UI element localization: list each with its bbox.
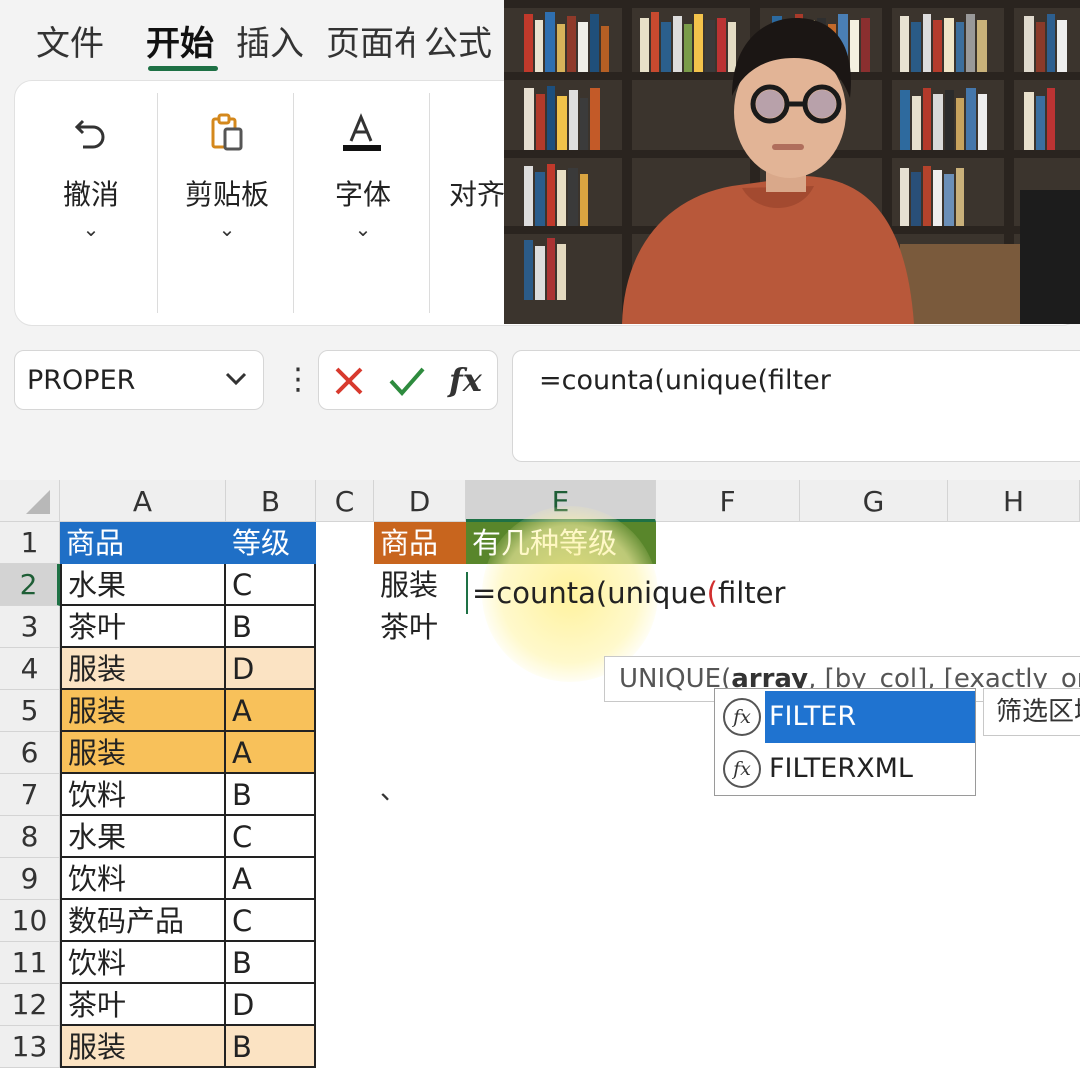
clipboard-label: 剪贴板 xyxy=(184,178,269,211)
table-cell[interactable]: 茶叶 xyxy=(60,606,226,648)
table-cell[interactable]: B xyxy=(226,774,316,816)
header-cell-grade[interactable]: 等级 xyxy=(226,522,316,564)
header-cell-product[interactable]: 商品 xyxy=(60,522,226,564)
name-box[interactable]: PROPER xyxy=(14,350,264,410)
check-icon[interactable] xyxy=(387,363,427,403)
table-cell[interactable]: C xyxy=(226,900,316,942)
column-header-c[interactable]: C xyxy=(316,480,374,522)
table-cell[interactable]: B xyxy=(226,1026,316,1068)
table-cell[interactable]: 饮料 xyxy=(60,774,226,816)
table-cell[interactable]: 服装 xyxy=(60,1026,226,1068)
column-header-f[interactable]: F xyxy=(656,480,800,522)
table-cell[interactable]: 茶叶 xyxy=(374,606,466,648)
column-header-g[interactable]: G xyxy=(800,480,948,522)
row-header[interactable]: 6 xyxy=(0,732,60,774)
function-icon: fx xyxy=(723,750,761,788)
cell-formula-paren: ( xyxy=(706,576,718,610)
font-group[interactable]: 字体 ⌄ xyxy=(295,81,431,327)
row-header[interactable]: 8 xyxy=(0,816,60,858)
table-cell[interactable]: 茶叶 xyxy=(60,984,226,1026)
table-cell[interactable]: 服装 xyxy=(60,690,226,732)
table-cell[interactable]: A xyxy=(226,858,316,900)
row-header[interactable]: 10 xyxy=(0,900,60,942)
autocomplete-list: fx FILTER fx FILTERXML xyxy=(714,688,976,796)
more-options-icon[interactable]: ⋮ xyxy=(283,362,313,398)
active-tab-indicator xyxy=(148,66,218,71)
tab-home[interactable]: 开始 xyxy=(146,16,214,65)
tab-file[interactable]: 文件 xyxy=(36,16,104,65)
undo-icon xyxy=(23,103,159,163)
column-header-h[interactable]: H xyxy=(948,480,1080,522)
autocomplete-item-filterxml[interactable]: fx FILTERXML xyxy=(715,743,975,795)
table-cell[interactable]: 饮料 xyxy=(60,858,226,900)
row-header[interactable]: 11 xyxy=(0,942,60,984)
table-cell[interactable]: 水果 xyxy=(60,564,226,606)
row-header[interactable]: 9 xyxy=(0,858,60,900)
row-header[interactable]: 13 xyxy=(0,1026,60,1068)
ribbon-divider xyxy=(429,93,430,313)
cancel-icon[interactable] xyxy=(331,363,367,403)
table-cell[interactable]: B xyxy=(226,942,316,984)
insert-function-icon[interactable]: fx xyxy=(449,361,482,399)
undo-group[interactable]: 撤消 ⌄ xyxy=(23,81,159,327)
table-cell[interactable]: 服装 xyxy=(374,564,466,606)
stray-mark-text: 、 xyxy=(380,776,407,806)
table-cell[interactable]: 水果 xyxy=(60,816,226,858)
table-cell[interactable]: C xyxy=(226,816,316,858)
ribbon-divider xyxy=(157,93,158,313)
row-header[interactable]: 1 xyxy=(0,522,60,564)
alignment-label: 对齐 xyxy=(449,178,505,211)
table-cell[interactable]: 饮料 xyxy=(60,942,226,984)
webcam-video-image xyxy=(504,0,1080,324)
header-cell-product-d[interactable]: 商品 xyxy=(374,522,466,564)
column-header-a[interactable]: A xyxy=(60,480,226,522)
table-cell[interactable]: D xyxy=(226,984,316,1026)
table-cell[interactable]: 数码产品 xyxy=(60,900,226,942)
select-all-corner[interactable] xyxy=(0,480,60,522)
autocomplete-item-label: FILTER xyxy=(765,691,975,743)
table-cell[interactable]: 服装 xyxy=(60,648,226,690)
font-label: 字体 xyxy=(334,178,391,211)
chevron-down-icon[interactable] xyxy=(223,363,249,397)
tab-page-layout[interactable]: 页面布 xyxy=(326,16,414,65)
row-header[interactable]: 2 xyxy=(0,564,60,606)
cell-formula-part2: filter xyxy=(717,576,786,610)
function-description-tooltip: 筛选区域 xyxy=(983,688,1080,736)
row-header[interactable]: 4 xyxy=(0,648,60,690)
webcam-overlay xyxy=(504,0,1080,324)
formula-buttons: fx xyxy=(318,350,498,410)
active-cell-editor[interactable]: =counta(unique(filter xyxy=(466,572,866,614)
chevron-down-icon[interactable]: ⌄ xyxy=(295,217,431,241)
row-header[interactable]: 12 xyxy=(0,984,60,1026)
table-cell[interactable]: C xyxy=(226,564,316,606)
formula-input[interactable]: =counta(unique(filter xyxy=(512,350,1080,462)
column-header-b[interactable]: B xyxy=(226,480,316,522)
table-cell[interactable]: D xyxy=(226,648,316,690)
row-header[interactable]: 5 xyxy=(0,690,60,732)
function-icon: fx xyxy=(723,698,761,736)
ribbon-divider xyxy=(293,93,294,313)
table-cell[interactable]: A xyxy=(226,732,316,774)
tab-insert[interactable]: 插入 xyxy=(236,16,304,65)
chevron-down-icon[interactable]: ⌄ xyxy=(159,217,295,241)
cell-formula-part1: =counta(unique xyxy=(472,576,707,610)
column-header-d[interactable]: D xyxy=(374,480,466,522)
autocomplete-item-filter[interactable]: fx FILTER xyxy=(715,691,975,743)
alignment-group[interactable]: 对齐 xyxy=(431,81,505,327)
tab-formulas[interactable]: 公式 xyxy=(424,16,492,65)
table-cell[interactable]: 服装 xyxy=(60,732,226,774)
align-icon xyxy=(431,103,505,163)
font-color-icon xyxy=(295,103,431,163)
formula-text: =counta(unique(filter xyxy=(539,365,831,396)
row-header[interactable]: 3 xyxy=(0,606,60,648)
table-cell[interactable]: A xyxy=(226,690,316,732)
name-box-value: PROPER xyxy=(27,365,136,396)
autocomplete-item-label: FILTERXML xyxy=(769,753,913,784)
clipboard-icon xyxy=(159,103,295,163)
row-header[interactable]: 7 xyxy=(0,774,60,816)
chevron-down-icon[interactable]: ⌄ xyxy=(23,217,159,241)
undo-label: 撤消 xyxy=(62,178,119,211)
table-cell[interactable]: B xyxy=(226,606,316,648)
clipboard-group[interactable]: 剪贴板 ⌄ xyxy=(159,81,295,327)
